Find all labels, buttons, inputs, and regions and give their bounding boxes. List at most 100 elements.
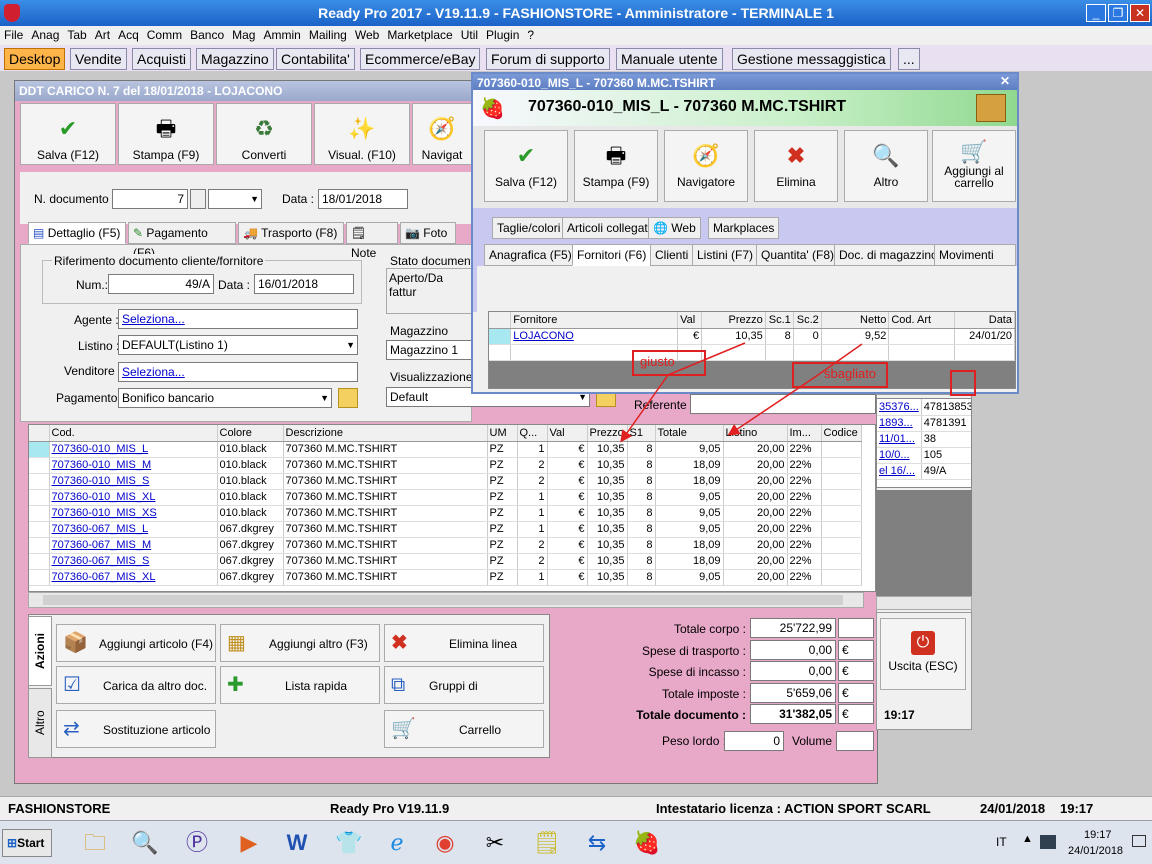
table-cell[interactable]: 10/0... [877,447,922,464]
insert-groups-button[interactable]: ⧉Gruppi di inserimento [384,666,544,731]
tab-movimenti[interactable]: Movimenti (F10 [934,244,1016,266]
peso-field[interactable]: 0 [724,731,784,751]
menu-item[interactable]: Anag [27,26,63,44]
ddt-convert-button[interactable]: ♻ Converti [216,103,312,165]
table-row[interactable]: 707360-067_MIS_L 067.dkgrey 707360 M.MC.TS… [29,521,862,538]
table-row[interactable]: 10/0... 105 [877,447,971,464]
listino-select[interactable]: DEFAULT(Listino 1) ▼ [118,335,358,355]
table-cell[interactable]: el 16/... [877,463,922,480]
tab-magazzino[interactable]: Magazzino [196,48,274,70]
column-header[interactable]: Listino [723,425,788,442]
menu-item[interactable]: Art [91,26,114,44]
tab-clienti[interactable]: Clienti [650,244,694,266]
tab-taglie[interactable]: Taglie/colori [492,217,566,239]
ndoc-spin[interactable] [190,189,206,209]
tab-manuale[interactable]: Manuale utente [616,48,723,70]
table-cell[interactable]: 707360-067_MIS_M [49,537,218,554]
menu-item[interactable]: File [0,26,27,44]
ndoc-suffix-select[interactable]: ▼ [208,189,262,209]
volume-field[interactable] [836,731,874,751]
tab-anagrafica[interactable]: Anagrafica (F5) [484,244,577,266]
menu-item[interactable]: Comm [143,26,186,44]
tab-ecommerce[interactable]: Ecommerce/eBay [360,48,481,70]
quick-list-button[interactable]: ✚ Lista rapida [220,666,380,704]
load-from-doc-button[interactable]: ☑ Carica da altro doc. [56,666,216,704]
notifications-icon[interactable] [1132,835,1146,847]
tab-azioni[interactable]: Azioni [28,616,52,686]
add-article-button[interactable]: 📦 Aggiungi articolo (F4) [56,624,216,662]
table-cell[interactable]: 1893... [877,415,922,432]
tab-messaggistica[interactable]: Gestione messaggistica [732,48,891,70]
network-icon[interactable] [1040,835,1056,849]
table-row[interactable]: 11/01... 38 [877,431,971,448]
rif-date-field[interactable]: 16/01/2018 [254,274,354,294]
menu-item[interactable]: Tab [63,26,90,44]
maximize-button[interactable]: ❐ [1108,4,1128,22]
art-print-button[interactable]: 🖶 Stampa (F9) [574,130,658,202]
table-row[interactable]: 707360-067_MIS_M 067.dkgrey 707360 M.MC.TS… [29,537,862,554]
table-row[interactable]: 707360-010_MIS_S 010.black 707360 M.MC.TSH… [29,473,862,490]
menu-item[interactable]: Banco [186,26,228,44]
tab-articoli-collegati[interactable]: Articoli collegati [562,217,656,239]
tab-acquisti[interactable]: Acquisti [132,48,192,70]
table-row[interactable]: 707360-010_MIS_M 010.black 707360 M.MC.TSH… [29,457,862,474]
table-cell[interactable]: 35376... [877,399,922,416]
add-other-button[interactable]: ▦ Aggiungi altro (F3) [220,624,380,662]
exit-button[interactable]: ⏻ Uscita (ESC) [880,618,966,690]
column-header[interactable]: Fornitore [510,312,679,329]
num-field[interactable]: 49/A [108,274,214,294]
column-header[interactable]: Sc.2 [793,312,822,329]
chrome-icon[interactable]: ◉ [428,827,462,859]
tab-foto[interactable]: 📷 Foto [400,222,456,244]
art-add-cart-button[interactable]: 🛒 Aggiungi al carrello [932,130,1016,202]
column-header[interactable]: Val [677,312,703,329]
tab-trasporto[interactable]: 🚚 Trasporto (F8) [238,222,344,244]
table-cell[interactable]: 11/01... [877,431,922,448]
ddt-save-button[interactable]: ✔ Salva (F12) [20,103,116,165]
tab-markplaces[interactable]: Markplaces [708,217,780,239]
pagamento-select[interactable]: Bonifico bancario ▼ [118,388,332,408]
ddt-print-button[interactable]: 🖶 Stampa (F9) [118,103,214,165]
fornitori-grid[interactable]: Fornitore Val Prezzo Sc.1 Sc.2 Netto Cod. Art D… [488,311,1016,389]
column-header[interactable]: Im... [787,425,822,442]
column-header[interactable]: S1 [627,425,656,442]
agente-field[interactable]: Seleziona... [118,309,358,329]
table-cell[interactable]: 707360-010_MIS_S [49,473,218,490]
table-row[interactable]: 35376... 47813853 [877,399,971,416]
art-other-button[interactable]: 🔍 Altro [844,130,928,202]
table-row[interactable]: 707360-067_MIS_XL 067.dkgrey 707360 M.MC.T… [29,569,862,586]
table-row[interactable]: 707360-010_MIS_XS 010.black 707360 M.MC.TS… [29,505,862,522]
table-row[interactable]: 707360-067_MIS_S 067.dkgrey 707360 M.MC.TS… [29,553,862,570]
column-header[interactable]: Netto [821,312,890,329]
column-header[interactable]: Sc.1 [765,312,794,329]
menu-item[interactable]: Util [457,26,482,44]
tab-forum[interactable]: Forum di supporto [486,48,610,70]
table-cell[interactable]: 707360-067_MIS_XL [49,569,218,586]
language-indicator[interactable]: IT [996,835,1007,849]
column-header[interactable]: Descrizione [283,425,488,442]
table-cell[interactable]: 707360-067_MIS_L [49,521,218,538]
referente-field[interactable] [690,394,876,414]
ddt-hscrollbar[interactable] [28,592,864,608]
table-row[interactable]: 707360-010_MIS_L 010.black 707360 M.MC.TSH… [29,441,862,458]
column-header[interactable]: Cod. Art [888,312,956,329]
column-header[interactable]: Codice [821,425,862,442]
minimize-button[interactable]: _ [1086,4,1106,22]
table-cell[interactable]: 707360-010_MIS_L [49,441,218,458]
art-delete-button[interactable]: ✖ Elimina [754,130,838,202]
tab-pagamento[interactable]: ✎ Pagamento (F6) [128,222,236,260]
column-header[interactable]: Cod. [49,425,218,442]
table-cell[interactable]: LOJACONO [510,328,679,345]
column-header[interactable]: UM [487,425,518,442]
p-app-icon[interactable]: Ⓟ [180,827,214,859]
column-header[interactable]: Data [954,312,1015,329]
table-cell[interactable]: 707360-010_MIS_XL [49,489,218,506]
replace-article-button[interactable]: ⇄ Sostituzione articolo [56,710,216,748]
tab-quantita[interactable]: Quantita' (F8) [756,244,839,266]
ready-pro-icon[interactable]: 🍓 [630,827,664,859]
media-player-icon[interactable]: ▶ [232,827,266,859]
magazzino-field[interactable]: Magazzino 1 [386,340,472,360]
tab-desktop[interactable]: Desktop [4,48,66,70]
table-cell[interactable]: 707360-067_MIS_S [49,553,218,570]
menu-item[interactable]: ? [523,26,538,44]
